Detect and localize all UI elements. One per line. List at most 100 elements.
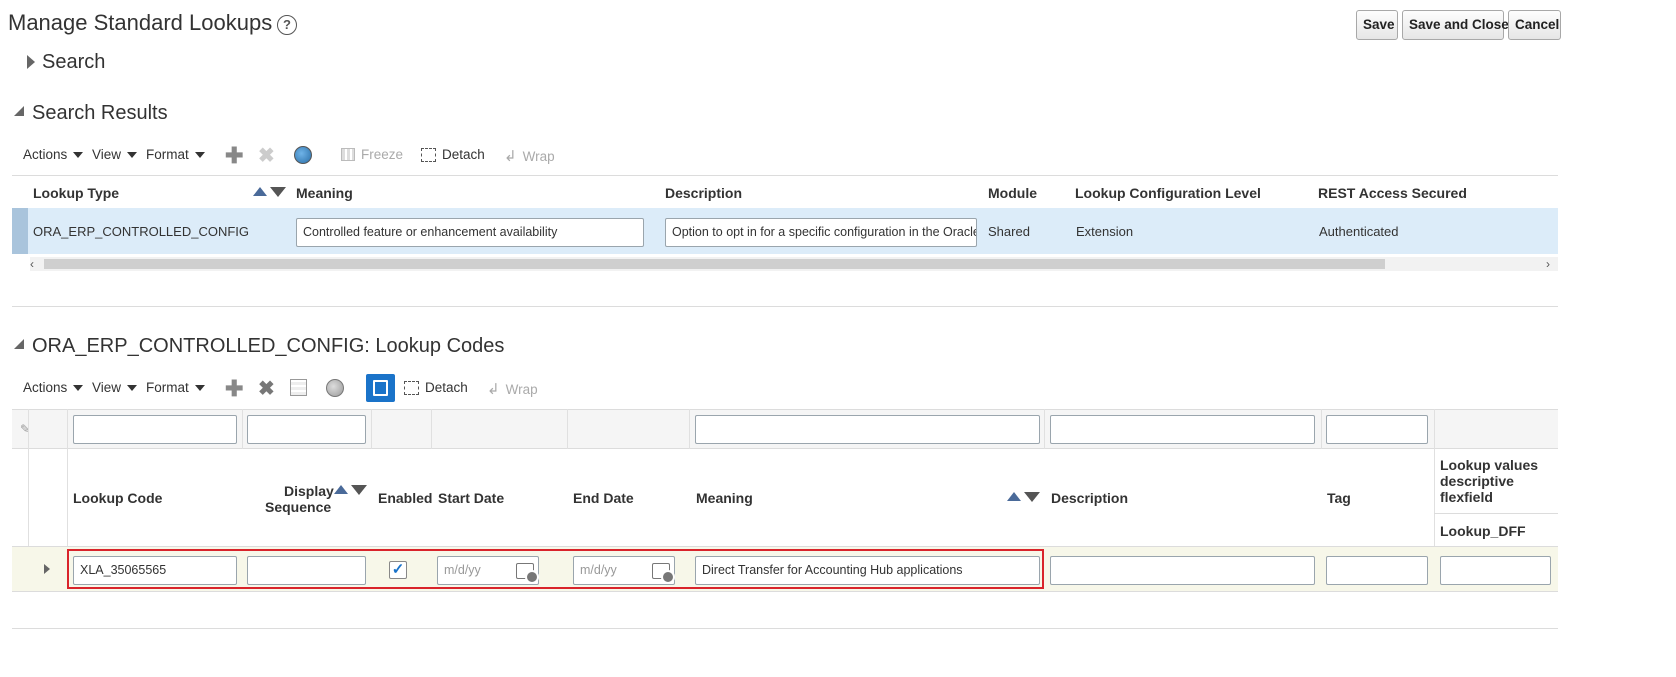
sort-ascending-icon[interactable]	[334, 485, 348, 494]
results-wrap-button[interactable]: ↲ Wrap	[504, 147, 555, 165]
sort-ascending-icon[interactable]	[253, 187, 267, 196]
col-lookup-dff[interactable]: Lookup_DFF	[1440, 523, 1526, 539]
col-meaning[interactable]: Meaning	[296, 185, 353, 201]
wrap-icon: ↲	[487, 381, 500, 398]
meaning-field[interactable]: Direct Transfer for Accounting Hub appli…	[695, 556, 1040, 585]
cancel-button[interactable]: Cancel	[1508, 10, 1561, 40]
add-icon[interactable]: ✚	[225, 143, 243, 169]
codes-format-menu[interactable]: Format	[146, 380, 205, 395]
filter-tag[interactable]	[1326, 415, 1428, 444]
save-button[interactable]: Save	[1356, 10, 1398, 40]
dff-header-divider	[1434, 513, 1558, 514]
globe-icon[interactable]	[294, 146, 312, 164]
col-display-sequence-line1[interactable]: Display	[284, 483, 334, 499]
sort-descending-icon[interactable]	[1024, 492, 1040, 502]
chevron-down-icon	[73, 384, 84, 391]
filter-meaning[interactable]	[695, 415, 1040, 444]
row-selector[interactable]	[12, 208, 28, 254]
filter-row: ✎	[12, 409, 1558, 449]
chevron-down-icon	[127, 151, 138, 158]
sort-descending-icon[interactable]	[270, 187, 286, 197]
filter-description[interactable]	[1050, 415, 1315, 444]
col-rest-access-secured[interactable]: REST Access Secured	[1318, 185, 1467, 201]
wrap-icon: ↲	[504, 148, 517, 165]
col-dff-line1: Lookup values	[1440, 457, 1539, 473]
filter-lookup-code[interactable]	[73, 415, 237, 444]
lookup-dff-field[interactable]	[1440, 556, 1551, 585]
add-icon[interactable]: ✚	[225, 376, 243, 402]
sort-descending-icon[interactable]	[351, 485, 367, 495]
col-module[interactable]: Module	[988, 185, 1037, 201]
row-expand-icon[interactable]	[44, 564, 50, 574]
col-separator	[1321, 409, 1322, 449]
scrollbar-thumb[interactable]	[44, 259, 1385, 269]
codes-wrap-button[interactable]: ↲ Wrap	[487, 380, 538, 398]
col-dff-line3: flexfield	[1440, 489, 1493, 505]
search-section-title[interactable]: Search	[42, 51, 105, 74]
scroll-right-icon[interactable]: ›	[1546, 257, 1550, 271]
results-format-menu[interactable]: Format	[146, 147, 205, 162]
freeze-icon	[341, 148, 355, 161]
results-actions-menu[interactable]: Actions	[23, 147, 84, 162]
col-tag[interactable]: Tag	[1327, 490, 1351, 506]
description-field[interactable]	[1050, 556, 1315, 585]
scroll-left-icon[interactable]: ‹	[30, 257, 34, 271]
codes-view-menu[interactable]: View	[92, 380, 138, 395]
codes-actions-menu[interactable]: Actions	[23, 380, 84, 395]
calendar-icon[interactable]	[516, 563, 539, 584]
sort-ascending-icon[interactable]	[1007, 492, 1021, 501]
bottom-divider	[12, 628, 1558, 629]
collapse-results-icon[interactable]	[14, 106, 24, 116]
chevron-down-icon	[194, 384, 205, 391]
results-section-title: Search Results	[32, 102, 168, 124]
col-lookup-code[interactable]: Lookup Code	[73, 490, 162, 506]
col-enabled[interactable]: Enabled	[378, 490, 432, 506]
columns-icon[interactable]	[290, 379, 307, 396]
horizontal-scrollbar[interactable]: ‹ ›	[30, 257, 1558, 271]
chevron-down-icon	[73, 151, 84, 158]
calendar-icon[interactable]	[652, 563, 675, 584]
col-display-sequence-line2[interactable]: Sequence	[265, 499, 331, 515]
results-detach-button[interactable]: Detach	[421, 147, 485, 162]
save-and-close-button[interactable]: Save and Close	[1402, 10, 1509, 40]
col-separator	[242, 409, 243, 449]
display-sequence-field[interactable]	[247, 556, 366, 585]
codes-table-row[interactable]: XLA_35065565 ✓ m/d/yy m/d/yy Direct Tran…	[12, 546, 1558, 592]
description-field[interactable]: Option to opt in for a specific configur…	[665, 218, 977, 247]
question-circle-icon[interactable]: ?	[277, 15, 297, 35]
col-separator	[371, 409, 372, 449]
globe-icon[interactable]	[326, 379, 344, 397]
meaning-field[interactable]: Controlled feature or enhancement availa…	[296, 218, 644, 247]
results-table-row[interactable]: ORA_ERP_CONTROLLED_CONFIG Controlled fea…	[12, 208, 1558, 254]
lookup-code-field[interactable]: XLA_35065565	[73, 556, 237, 585]
delete-icon[interactable]: ✖	[258, 376, 275, 401]
col-description[interactable]: Description	[1051, 490, 1128, 506]
collapse-codes-icon[interactable]	[14, 339, 24, 349]
results-view-menu[interactable]: View	[92, 147, 138, 162]
col-meaning[interactable]: Meaning	[696, 490, 753, 506]
col-separator	[689, 409, 690, 449]
detach-icon	[404, 380, 419, 395]
col-lookup-config-level[interactable]: Lookup Configuration Level	[1075, 185, 1261, 201]
col-dff-line2: descriptive	[1440, 473, 1514, 489]
page-title: Manage Standard Lookups	[8, 10, 273, 35]
col-end-date[interactable]: End Date	[573, 490, 634, 506]
enabled-checkbox[interactable]: ✓	[389, 561, 407, 579]
cell-lookup-type: ORA_ERP_CONTROLLED_CONFIG	[33, 224, 249, 239]
col-lookup-type[interactable]: Lookup Type	[33, 185, 119, 201]
expand-search-icon[interactable]	[27, 55, 35, 69]
results-table-top-border	[12, 175, 1558, 176]
tag-field[interactable]	[1326, 556, 1428, 585]
codes-detach-button[interactable]: Detach	[404, 380, 468, 395]
chevron-down-icon	[127, 384, 138, 391]
col-separator	[1044, 409, 1045, 449]
delete-icon[interactable]: ✖	[258, 143, 275, 168]
freeze-button[interactable]: Freeze	[341, 147, 403, 162]
filter-display-sequence[interactable]	[247, 415, 366, 444]
col-description[interactable]: Description	[665, 185, 742, 201]
filter-icon	[373, 380, 388, 396]
query-by-example-button[interactable]	[366, 374, 395, 402]
codes-section-title: ORA_ERP_CONTROLLED_CONFIG: Lookup Codes	[32, 335, 505, 357]
col-start-date[interactable]: Start Date	[438, 490, 504, 506]
section-divider	[12, 306, 1558, 307]
